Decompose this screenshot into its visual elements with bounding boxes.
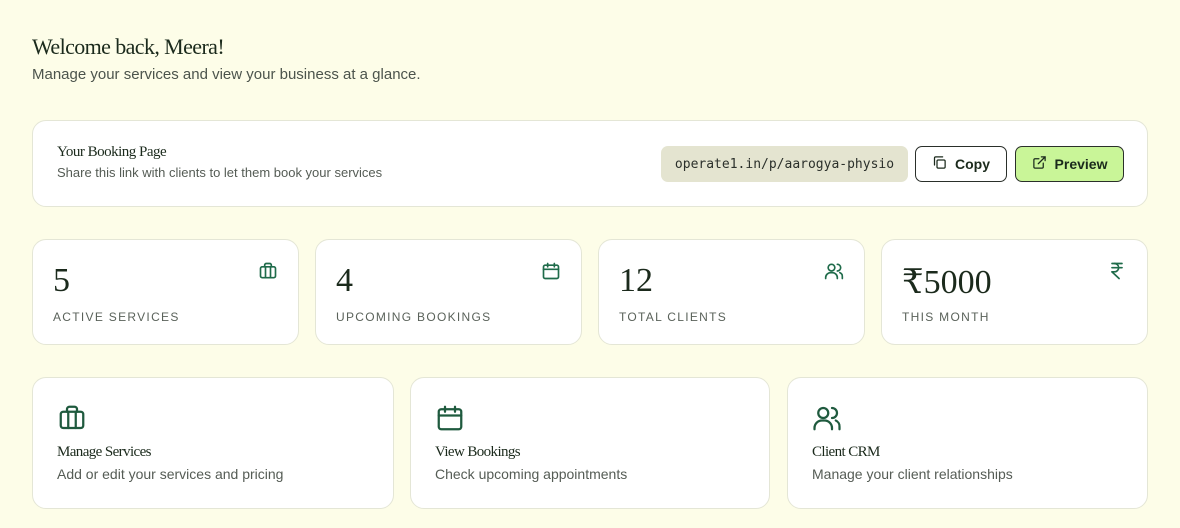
stat-card-active-services: 5 ACTIVE SERVICES: [32, 239, 299, 345]
stat-label: UPCOMING BOOKINGS: [336, 310, 492, 324]
client-crm-card[interactable]: Client CRM Manage your client relationsh…: [787, 377, 1148, 509]
page-subtitle: Manage your services and view your busin…: [32, 66, 421, 83]
stat-card-this-month: ₹5000 THIS MONTH: [881, 239, 1148, 345]
action-title: Manage Services: [57, 444, 151, 460]
calendar-icon: [435, 403, 465, 433]
rupee-icon: [1107, 261, 1127, 281]
external-link-icon: [1032, 155, 1047, 173]
copy-button-label: Copy: [955, 156, 990, 172]
action-subtitle: Manage your client relationships: [812, 466, 1013, 482]
stat-value: 4: [336, 262, 353, 299]
booking-page-title: Your Booking Page: [57, 144, 167, 160]
welcome-section: Welcome back, Meera! Manage your service…: [32, 34, 421, 83]
copy-button[interactable]: Copy: [915, 146, 1007, 182]
booking-link[interactable]: operate1.in/p/aarogya-physio: [661, 146, 908, 182]
stat-card-upcoming-bookings: 4 UPCOMING BOOKINGS: [315, 239, 582, 345]
booking-page-card: Your Booking Page Share this link with c…: [32, 120, 1148, 207]
copy-icon: [932, 155, 947, 173]
briefcase-icon: [57, 403, 87, 433]
stat-label: TOTAL CLIENTS: [619, 310, 728, 324]
stat-value: 12: [619, 262, 653, 299]
users-icon: [824, 261, 844, 281]
action-title: View Bookings: [435, 444, 521, 460]
stat-label: THIS MONTH: [902, 310, 990, 324]
manage-services-card[interactable]: Manage Services Add or edit your service…: [32, 377, 394, 509]
briefcase-icon: [258, 261, 278, 281]
action-subtitle: Check upcoming appointments: [435, 466, 628, 482]
action-title: Client CRM: [812, 444, 880, 460]
stat-label: ACTIVE SERVICES: [53, 310, 180, 324]
stat-value: 5: [53, 262, 70, 299]
stat-value: ₹5000: [902, 264, 992, 301]
action-subtitle: Add or edit your services and pricing: [57, 466, 284, 482]
booking-page-subtitle: Share this link with clients to let them…: [57, 165, 383, 180]
preview-button-label: Preview: [1054, 156, 1108, 172]
preview-button[interactable]: Preview: [1015, 146, 1124, 182]
calendar-icon: [541, 261, 561, 281]
page-title: Welcome back, Meera!: [32, 34, 225, 59]
stat-card-total-clients: 12 TOTAL CLIENTS: [598, 239, 865, 345]
users-icon: [812, 403, 842, 433]
view-bookings-card[interactable]: View Bookings Check upcoming appointment…: [410, 377, 770, 509]
